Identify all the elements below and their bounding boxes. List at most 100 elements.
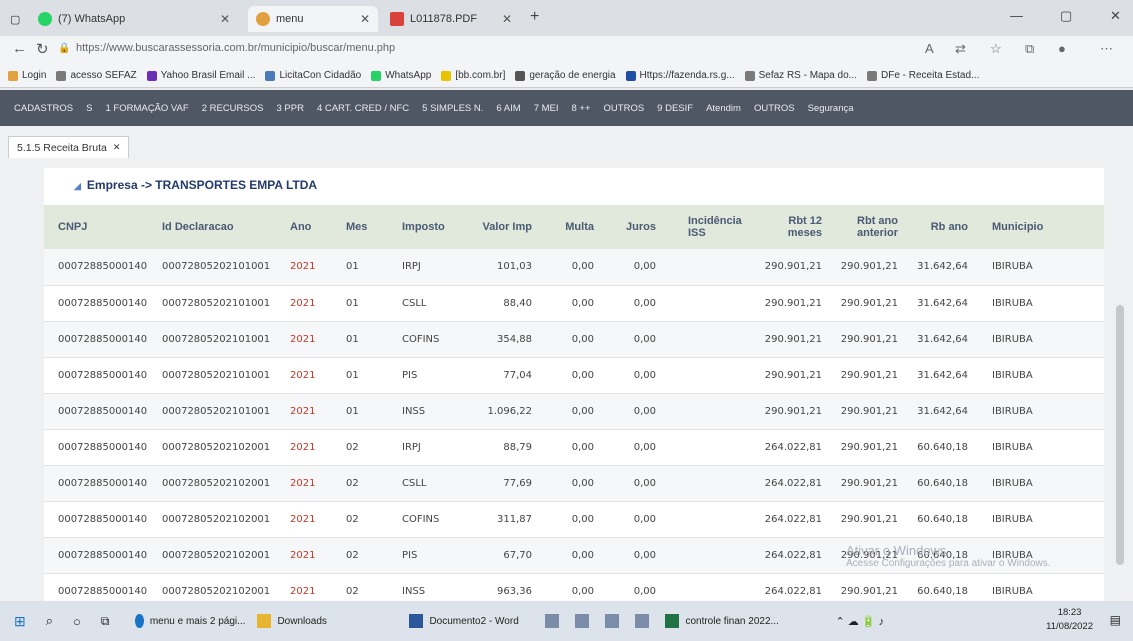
table-row[interactable]: 00072885000140 00072805202102001 2021 02 COF…: [44, 501, 1104, 537]
col-rb-ano[interactable]: Rb ano: [904, 205, 974, 249]
bookmark-yahoo[interactable]: Yahoo Brasil Email ...: [146, 70, 255, 81]
menu-item-s[interactable]: S: [86, 103, 92, 114]
menu-item-outros-2[interactable]: OUTROS: [754, 103, 795, 114]
system-tray-icons[interactable]: ⌃ ☁ 🔋 ♪: [835, 615, 884, 628]
url-field[interactable]: https://www.buscarassessoria.com.br/muni…: [76, 42, 395, 54]
col-ano[interactable]: Ano: [284, 205, 340, 249]
bookmark-bb[interactable]: [bb.com.br]: [441, 70, 505, 81]
menu-item-formacao-vaf[interactable]: 1 FORMAÇÃO VAF: [105, 103, 188, 114]
close-page-tab-icon[interactable]: ✕: [113, 142, 121, 153]
app-icon[interactable]: [605, 614, 620, 628]
col-rbt-ano-anterior[interactable]: Rbt ano anterior: [828, 205, 904, 249]
col-valor-imp[interactable]: Valor Imp: [476, 205, 538, 249]
bookmark-label: DFe - Receita Estad...: [880, 70, 980, 81]
table-row[interactable]: 00072885000140 00072805202101001 2021 01 INS…: [44, 393, 1104, 429]
menu-item-aim[interactable]: 6 AIM: [496, 103, 520, 114]
bookmark-whatsapp[interactable]: WhatsApp: [371, 70, 431, 81]
app-icon[interactable]: [575, 614, 590, 628]
menu-item-8[interactable]: 8 ++: [572, 103, 591, 114]
table-row[interactable]: 00072885000140 00072805202101001 2021 01 CSL…: [44, 285, 1104, 321]
tab-actions-icon[interactable]: ▢: [10, 6, 20, 32]
profile-avatar-icon[interactable]: ●: [1058, 41, 1066, 56]
cell-valor-imp: 1.096,22: [487, 405, 532, 417]
bookmark-energia[interactable]: geração de energia: [515, 70, 616, 81]
notifications-icon[interactable]: ▤: [1110, 613, 1121, 627]
menu-item-seguranca[interactable]: Segurança: [808, 103, 854, 114]
col-multa[interactable]: Multa: [538, 205, 600, 249]
maximize-button[interactable]: ▢: [1060, 8, 1072, 24]
read-aloud-icon[interactable]: A: [925, 41, 934, 56]
tab-menu[interactable]: menu ✕: [248, 6, 378, 32]
taskbar-item-edge[interactable]: menu e mais 2 pági...: [135, 614, 245, 628]
tab-whatsapp[interactable]: (7) WhatsApp ✕: [38, 6, 238, 32]
menu-item-ppr[interactable]: 3 PPR: [276, 103, 303, 114]
bookmark-sefaz-rs[interactable]: Sefaz RS - Mapa do...: [744, 70, 857, 81]
table-row[interactable]: 00072885000140 00072805202101001 2021 01 COF…: [44, 321, 1104, 357]
translate-icon[interactable]: ⇄: [955, 41, 966, 57]
more-options-icon[interactable]: ⋯: [1100, 41, 1113, 57]
start-icon[interactable]: ⊞: [14, 613, 26, 630]
cortana-icon[interactable]: ○: [73, 614, 81, 629]
scrollbar-thumb[interactable]: [1116, 305, 1124, 565]
col-incidencia-iss[interactable]: Incidência ISS: [662, 205, 756, 249]
company-header[interactable]: ◢ Empresa -> TRANSPORTES EMPA LTDA: [74, 178, 317, 192]
task-view-icon[interactable]: ⧉: [101, 614, 110, 629]
app-icon[interactable]: [635, 614, 650, 628]
collapse-triangle-icon[interactable]: ◢: [74, 181, 81, 191]
menu-item-desif[interactable]: 9 DESIF: [657, 103, 693, 114]
menu-item-simples[interactable]: 5 SIMPLES N.: [422, 103, 483, 114]
bookmark-icon: [515, 70, 526, 81]
table-row[interactable]: 00072885000140 00072805202102001 2021 02 IRP…: [44, 429, 1104, 465]
col-imposto[interactable]: Imposto: [396, 205, 476, 249]
close-tab-icon[interactable]: ✕: [220, 12, 230, 26]
bookmark-sefaz[interactable]: acesso SEFAZ: [56, 70, 137, 81]
table-row[interactable]: 00072885000140 00072805202101001 2021 01 PIS…: [44, 357, 1104, 393]
reload-button[interactable]: ↻: [36, 40, 49, 58]
app-icon[interactable]: [545, 614, 560, 628]
table-row[interactable]: 00072885000140 00072805202101001 2021 01 IRP…: [44, 249, 1104, 285]
menu-item-outros[interactable]: OUTROS: [604, 103, 645, 114]
cell-cnpj: 00072885000140: [58, 513, 148, 525]
menu-item-cadastros[interactable]: CADASTROS: [14, 103, 73, 114]
cell-juros: 0,00: [633, 549, 656, 561]
search-icon[interactable]: ⌕: [46, 613, 53, 629]
tab-pdf[interactable]: L011878.PDF ✕: [390, 6, 520, 32]
close-window-button[interactable]: ✕: [1110, 8, 1121, 24]
menu-item-atendim[interactable]: Atendim: [706, 103, 741, 114]
taskbar-item-downloads[interactable]: Downloads: [257, 614, 397, 628]
col-municipio[interactable]: Municipio: [974, 205, 1104, 249]
col-cnpj[interactable]: CNPJ: [44, 205, 156, 249]
cell-multa: 0,00: [571, 261, 594, 273]
new-tab-button[interactable]: +: [530, 8, 539, 26]
table-row[interactable]: 00072885000140 00072805202102001 2021 02 CSL…: [44, 465, 1104, 501]
close-tab-icon[interactable]: ✕: [502, 12, 512, 26]
cell-mes: 01: [346, 369, 359, 381]
bookmark-fazenda[interactable]: Https://fazenda.rs.g...: [625, 70, 735, 81]
collections-icon[interactable]: ⧉: [1025, 41, 1034, 57]
lock-icon[interactable]: 🔒: [58, 43, 70, 54]
bookmark-label: [bb.com.br]: [455, 70, 506, 81]
col-rbt-12-meses[interactable]: Rbt 12 meses: [756, 205, 828, 249]
watermark-line-1: Ativar o Windows: [846, 543, 947, 558]
favorite-star-icon[interactable]: ☆: [990, 41, 1002, 57]
cell-ano: 2021: [290, 441, 316, 453]
menu-item-recursos[interactable]: 2 RECURSOS: [202, 103, 264, 114]
menu-item-mei[interactable]: 7 MEI: [534, 103, 559, 114]
menu-item-cart-cred[interactable]: 4 CART. CRED / NFC: [317, 103, 409, 114]
col-mes[interactable]: Mes: [340, 205, 396, 249]
taskbar-item-excel[interactable]: controle finan 2022...: [665, 614, 805, 628]
col-id-declaracao[interactable]: Id Declaracao: [156, 205, 284, 249]
taskbar-clock[interactable]: 18:23 11/08/2022: [1046, 606, 1093, 634]
bookmark-licitacon[interactable]: LicitaCon Cidadão: [265, 70, 361, 81]
col-juros[interactable]: Juros: [600, 205, 662, 249]
bookmark-login[interactable]: Login: [8, 70, 46, 81]
page-scrollbar[interactable]: [1113, 160, 1127, 600]
bookmark-dfe[interactable]: DFe - Receita Estad...: [866, 70, 980, 81]
close-tab-icon[interactable]: ✕: [360, 12, 370, 26]
edge-icon: [135, 614, 144, 628]
cell-juros: 0,00: [633, 513, 656, 525]
taskbar-item-word[interactable]: Documento2 - Word: [409, 614, 529, 628]
back-button[interactable]: ←: [12, 40, 27, 57]
page-tab-receita-bruta[interactable]: 5.1.5 Receita Bruta ✕: [8, 136, 130, 158]
minimize-button[interactable]: —: [1010, 8, 1023, 23]
